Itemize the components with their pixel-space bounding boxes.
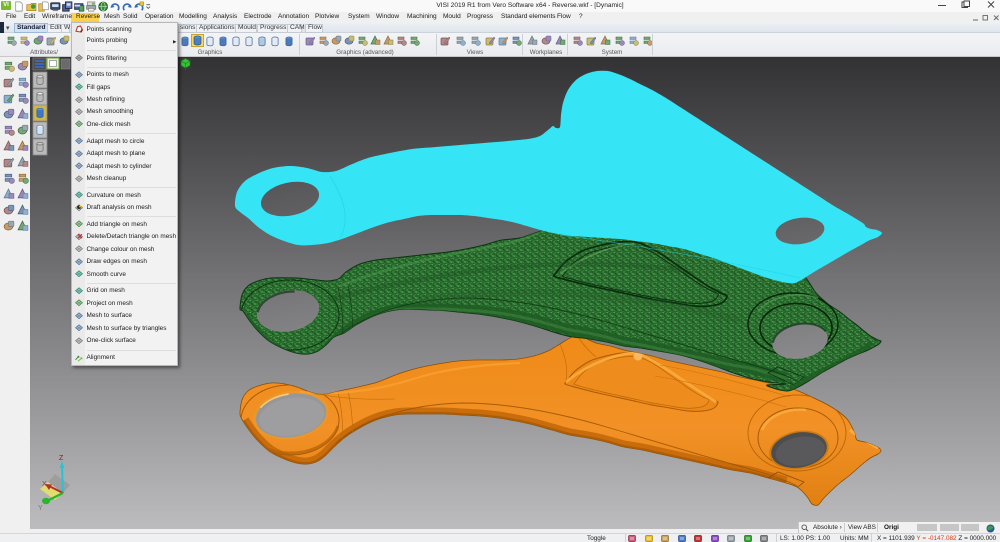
svg-text:Y: Y bbox=[38, 505, 43, 512]
svg-text:X: X bbox=[42, 481, 47, 488]
svg-text:Z: Z bbox=[59, 455, 64, 462]
